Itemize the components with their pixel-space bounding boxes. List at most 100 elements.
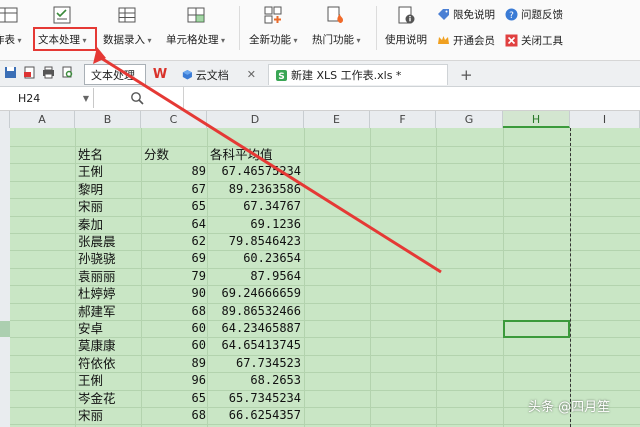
average-cell[interactable]: 87.9564 [210,268,301,285]
name-box[interactable]: H24 ▼ [0,88,94,108]
column-header-b[interactable]: B [75,111,141,128]
search-icon[interactable] [130,91,144,105]
column-header-a[interactable]: A [10,111,75,128]
grid-column-line [75,128,76,427]
highlight-box [33,27,97,51]
table-header-cell[interactable]: 分数 [144,146,206,163]
svg-text:W: W [153,67,167,81]
tab-document[interactable]: S 新建 XLS 工作表.xls * [268,64,448,85]
tab-text-processing[interactable]: 文本处理 [84,64,146,85]
score-cell[interactable]: 89 [144,163,206,180]
average-cell[interactable]: 68.2653 [210,372,301,389]
usage-guide-label: 使用说明 [385,34,427,46]
name-cell[interactable]: 符依依 [78,355,140,372]
score-cell[interactable]: 90 [144,285,206,302]
average-cell[interactable]: 64.65413745 [210,337,301,354]
cell-grid-icon [187,7,205,23]
score-cell[interactable]: 79 [144,268,206,285]
score-cell[interactable]: 62 [144,233,206,250]
print-preview-icon[interactable] [61,66,74,79]
average-cell[interactable]: 89.86532466 [210,303,301,320]
average-cell[interactable]: 64.23465887 [210,320,301,337]
score-cell[interactable]: 64 [144,216,206,233]
score-cell[interactable]: 60 [144,320,206,337]
grid-column-line [370,128,371,427]
usage-guide-button[interactable]: 使用说明 [385,4,427,54]
average-cell[interactable]: 69.1236 [210,216,301,233]
name-cell[interactable]: 孙骁骁 [78,250,140,267]
plus-grid-icon [264,6,282,24]
score-cell[interactable]: 89 [144,355,206,372]
column-header-d[interactable]: D [207,111,304,128]
membership-link[interactable]: 开通会员 [437,31,495,49]
name-cell[interactable]: 莫康康 [78,337,140,354]
score-cell[interactable]: 69 [144,250,206,267]
name-cell[interactable]: 安卓 [78,320,140,337]
score-cell[interactable]: 65 [144,198,206,215]
name-cell[interactable]: 岑金花 [78,390,140,407]
column-header-i[interactable]: I [570,111,640,128]
average-cell[interactable]: 69.24666659 [210,285,301,302]
sheet-grid[interactable]: 姓名 分数 各科平均值 王俐 89 67.46575234 黎明 67 89.2363586 宋丽… [10,128,640,427]
average-cell[interactable]: 67.34767 [210,198,301,215]
score-cell[interactable]: 65 [144,390,206,407]
name-cell[interactable]: 王俐 [78,372,140,389]
cell-processing-button[interactable]: 单元格处理 [166,4,225,54]
column-header-e[interactable]: E [304,111,370,128]
grid-column-line [207,128,208,427]
average-cell[interactable]: 89.2363586 [210,181,301,198]
data-entry-label: 数据录入 [103,32,152,47]
score-cell[interactable]: 68 [144,407,206,424]
feedback-link[interactable]: ? 问题反馈 [505,5,563,23]
hot-functions-button[interactable]: 热门功能 [312,4,361,54]
name-cell[interactable]: 秦加 [78,216,140,233]
export-pdf-icon[interactable] [23,66,36,79]
formula-input[interactable] [183,87,640,109]
score-cell[interactable]: 68 [144,303,206,320]
ribbon-divider [376,6,377,50]
print-icon[interactable] [42,66,55,79]
name-cell[interactable]: 宋丽 [78,407,140,424]
column-header-g[interactable]: G [436,111,503,128]
table-header-cell[interactable]: 各科平均值 [210,146,310,163]
column-header-c[interactable]: C [141,111,207,128]
tab-cloud-docs[interactable]: 云文档 ✕ [176,64,262,85]
chevron-down-icon: ▼ [82,93,89,103]
name-cell[interactable]: 王俐 [78,163,140,180]
score-cell[interactable]: 67 [144,181,206,198]
table-header-cell[interactable]: 姓名 [78,146,140,163]
name-cell[interactable]: 黎明 [78,181,140,198]
name-cell[interactable]: 杜婷婷 [78,285,140,302]
average-cell[interactable]: 67.734523 [210,355,301,372]
data-entry-button[interactable]: 数据录入 [103,4,152,54]
tab-close-icon[interactable]: ✕ [247,68,256,81]
grid-column-line [304,128,305,427]
average-cell[interactable]: 79.8546423 [210,233,301,250]
svg-text:?: ? [509,11,514,21]
save-icon[interactable] [4,66,17,79]
all-functions-label: 全新功能 [249,32,298,47]
select-all-corner[interactable] [0,111,10,128]
name-cell[interactable]: 张晨晨 [78,233,140,250]
tab-cloud-docs-label: 云文档 [195,68,229,82]
column-header-f[interactable]: F [370,111,436,128]
score-cell[interactable]: 60 [144,337,206,354]
close-tools-link[interactable]: 关闭工具 [505,31,563,49]
average-cell[interactable]: 65.7345234 [210,390,301,407]
name-cell[interactable]: 郝建军 [78,303,140,320]
active-cell[interactable] [503,320,570,338]
average-cell[interactable]: 66.6254357 [210,407,301,424]
wps-logo-icon[interactable]: W [152,65,168,81]
average-cell[interactable]: 67.46575234 [210,163,301,180]
score-cell[interactable]: 96 [144,372,206,389]
free-limit-link[interactable]: 限免说明 [437,5,495,23]
name-cell[interactable]: 宋丽 [78,198,140,215]
name-cell[interactable]: 袁丽丽 [78,268,140,285]
hot-functions-label: 热门功能 [312,32,361,47]
all-functions-button[interactable]: 全新功能 [249,4,298,54]
column-header-h[interactable]: H [503,111,570,128]
new-tab-button[interactable]: + [454,64,474,85]
average-cell[interactable]: 60.23654 [210,250,301,267]
close-tools-label: 关闭工具 [521,34,563,47]
partial-table-button[interactable]: 作表 [0,4,22,54]
